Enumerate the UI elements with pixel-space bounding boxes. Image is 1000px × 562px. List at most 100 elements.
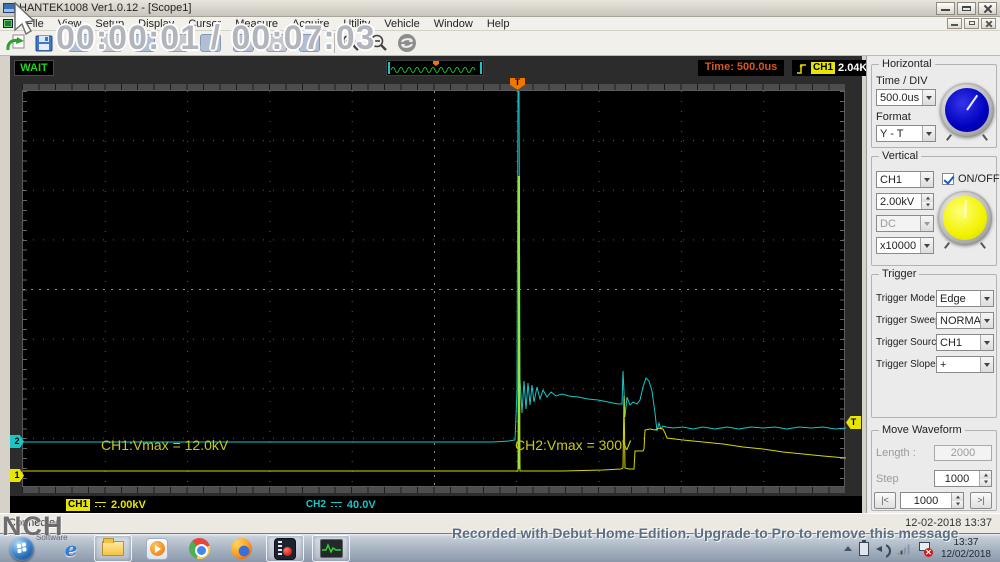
control-panel: Horizontal Time / DIV 500.0us Format Y -… (866, 56, 1000, 513)
vertical-group-title: Vertical (879, 150, 922, 162)
chevron-down-icon (920, 172, 933, 187)
knob-face (945, 88, 989, 132)
waveform-plot: CH1:Vmax = 12.0kV CH2:Vmax = 300V (22, 90, 846, 488)
spinner-arrows-icon[interactable] (979, 471, 991, 486)
vertical-position-knob[interactable] (938, 191, 992, 249)
trigger-slope-label: Trigger Slope (876, 359, 936, 370)
trigger-group: Trigger Trigger Mode Edge Trigger Sweep … (871, 268, 997, 418)
trigger-group-title: Trigger (879, 268, 920, 280)
trigger-slope-icon (797, 63, 806, 74)
go-last-button[interactable]: >| (970, 492, 992, 509)
length-field: 2000 (934, 445, 992, 461)
trigger-slope-dropdown[interactable]: + (936, 356, 994, 373)
chevron-down-icon (980, 291, 993, 306)
channel-readout-strip: CH1 2.00kV CH2 40.0V (10, 496, 862, 513)
refresh-icon[interactable] (395, 33, 419, 54)
step-label: Step (876, 473, 899, 485)
battery-icon[interactable] (858, 539, 869, 556)
ticks-right (840, 91, 844, 486)
taskbar-debut-recorder[interactable] (266, 535, 304, 562)
ch1-badge[interactable]: CH1 (66, 498, 91, 511)
media-player-icon (146, 537, 168, 560)
action-center-icon[interactable] (918, 542, 933, 557)
document-icon (3, 19, 13, 28)
trigger-sweep-dropdown[interactable]: NORMAL (936, 312, 994, 329)
horizontal-position-knob[interactable] (940, 83, 994, 141)
folder-icon (102, 538, 124, 556)
hantek-app-icon (319, 539, 343, 558)
debut-watermark: Recorded with Debut Home Edition. Upgrad… (452, 525, 959, 541)
child-minimize-button[interactable] (947, 18, 962, 29)
volume-icon[interactable] (875, 543, 890, 555)
onoff-label: ON/OFF (958, 173, 1000, 185)
spinner-arrows-icon[interactable] (951, 493, 963, 508)
horizontal-group: Horizontal Time / DIV 500.0us Format Y -… (871, 58, 997, 148)
maximize-button[interactable] (957, 2, 976, 15)
firefox-icon (230, 538, 252, 559)
trigger-readout: CH1 2.04KV (792, 60, 878, 76)
ch2-coupling-icon (330, 501, 342, 508)
spinner-arrows-icon[interactable] (921, 194, 933, 209)
chevron-down-icon (980, 313, 993, 328)
taskbar-chrome[interactable] (180, 535, 218, 562)
menu-help[interactable]: Help (480, 17, 517, 31)
go-first-button[interactable]: |< (874, 492, 896, 509)
acquisition-status-badge: WAIT (14, 60, 54, 76)
chevron-down-icon (920, 216, 933, 231)
step-spinner[interactable]: 1000 (934, 470, 992, 487)
ruler-bottom (22, 487, 845, 493)
network-icon[interactable] (896, 542, 911, 555)
scope-status-strip: WAIT Time: 500.0us CH1 2.04KV (10, 56, 878, 82)
chevron-down-icon (980, 335, 993, 350)
coupling-dropdown[interactable]: DC (876, 215, 934, 232)
menu-vehicle[interactable]: Vehicle (377, 17, 426, 31)
move-waveform-title: Move Waveform (879, 424, 965, 436)
format-dropdown[interactable]: Y - T (876, 125, 936, 142)
menu-window[interactable]: Window (427, 17, 480, 31)
child-restore-button[interactable] (964, 18, 979, 29)
waveform-preview[interactable] (386, 60, 484, 76)
ch2-scale-value: 40.0V (346, 498, 376, 511)
trigger-source-dropdown[interactable]: CH1 (936, 334, 994, 351)
close-button[interactable] (978, 2, 997, 15)
trigger-source-label: Trigger Source (876, 337, 942, 348)
vertical-group: Vertical CH1 ON/OFF 2.00kV DC x10000 (871, 150, 1000, 266)
taskbar-firefox[interactable] (222, 535, 260, 562)
trigger-mode-dropdown[interactable]: Edge (936, 290, 994, 307)
window-title: HANTEK1008 Ver1.0.12 - [Scope1] (19, 2, 192, 14)
child-close-button[interactable] (981, 18, 996, 29)
waveform-canvas (23, 91, 846, 488)
timebase-readout: Time: 500.0us (698, 60, 784, 76)
probe-dropdown[interactable]: x10000 (876, 237, 934, 254)
ch2-vmax-annotation: CH2:Vmax = 300V (515, 437, 632, 453)
move-waveform-group: Move Waveform Length : 2000 Step 1000 |<… (871, 424, 997, 511)
channel-dropdown[interactable]: CH1 (876, 171, 934, 188)
format-label: Format (876, 111, 911, 123)
trigger-channel-badge: CH1 (811, 62, 836, 74)
expand-tray-icon[interactable] (843, 542, 852, 551)
nch-logo-watermark: NCH Software (2, 511, 68, 542)
debut-recorder-icon (274, 537, 296, 560)
knob-face (943, 196, 987, 240)
ch1-scale-value: 2.00kV (111, 498, 146, 511)
length-label: Length : (876, 447, 916, 459)
position-spinner[interactable]: 1000 (900, 492, 964, 509)
nch-logo-subtext: Software (36, 533, 68, 542)
mouse-cursor (14, 2, 36, 36)
chevron-down-icon (922, 126, 935, 141)
trigger-sweep-label: Trigger Sweep (876, 315, 941, 326)
taskbar-hantek-app[interactable] (312, 535, 350, 562)
time-div-dropdown[interactable]: 500.0us (876, 89, 936, 106)
ticks-left (23, 91, 27, 486)
volts-div-spinner[interactable]: 2.00kV (876, 193, 934, 210)
workspace: WAIT Time: 500.0us CH1 2.04KV CH1:Vmax =… (0, 56, 1000, 513)
trigger-level-marker[interactable]: T (846, 416, 861, 429)
ch1-vmax-annotation: CH1:Vmax = 12.0kV (101, 437, 229, 453)
preview-waveform (390, 67, 476, 73)
chevron-down-icon (920, 238, 933, 253)
ch2-badge[interactable]: CH2 (306, 499, 326, 510)
minimize-button[interactable] (936, 2, 955, 15)
channel-onoff-checkbox[interactable] (942, 173, 954, 185)
taskbar-media-player[interactable] (138, 535, 176, 562)
taskbar-file-explorer[interactable] (94, 535, 132, 562)
